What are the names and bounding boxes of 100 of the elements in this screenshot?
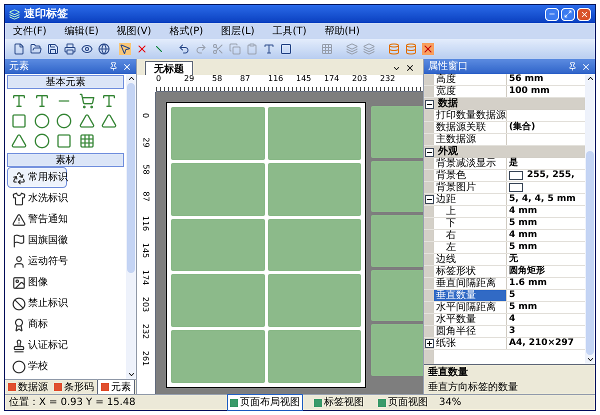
property-value[interactable]: 5 [509,290,516,301]
open-folder-icon[interactable] [30,43,42,55]
panel-tab[interactable]: 元素 [97,380,135,394]
scroll-up-icon[interactable] [586,74,594,83]
property-value[interactable]: 圆角矩形 [509,266,545,277]
pin-icon[interactable] [568,62,577,71]
menu-item[interactable]: 图层(L) [221,24,255,38]
section-header[interactable]: 素材 [7,153,124,167]
print-icon[interactable] [64,43,76,55]
panel-title: 属性窗口 [428,60,469,74]
color-swatch[interactable] [509,183,523,192]
new-file-icon[interactable] [13,43,25,55]
menu-item[interactable]: 帮助(H) [324,24,360,38]
expand-toggle[interactable] [424,339,434,348]
maximize-button[interactable] [561,8,575,20]
property-value[interactable]: 5, 4, 4, 5 mm [509,194,576,205]
property-value[interactable]: 56 mm [509,74,544,85]
document-tab[interactable]: 无标题 [145,61,193,75]
pointer-icon[interactable] [119,43,131,55]
undo-icon[interactable] [178,43,190,55]
property-name[interactable]: 垂直数量 [434,290,506,301]
table-icon[interactable] [78,133,95,149]
color-swatch[interactable] [509,171,523,180]
property-value[interactable]: 3 [509,326,516,337]
property-name[interactable]: 打印数量数据源 [434,110,506,121]
label-card[interactable] [268,218,361,272]
zoom-level: 34% [439,396,462,410]
material-item[interactable]: 警告通知 [7,209,67,230]
property-category[interactable]: 外观 [424,146,585,158]
menu-item[interactable]: 文件(F) [13,24,47,38]
material-item[interactable]: 认证标记 [7,335,67,356]
border-icon[interactable] [280,43,292,55]
dropdown-icon[interactable] [392,64,401,73]
view-button[interactable]: 标签视图 [311,394,367,411]
triangle-icon[interactable] [101,113,118,129]
property-value[interactable]: 无 [509,254,518,265]
property-value[interactable]: 1.6 mm [509,278,547,289]
property-value[interactable]: 5 mm [509,302,538,313]
menu-item[interactable]: 格式(P) [169,24,204,38]
close-icon[interactable] [405,63,415,73]
expand-toggle[interactable] [425,100,434,108]
material-item[interactable]: 常用标识 [7,167,67,188]
property-value[interactable]: (集合) [509,122,536,133]
delete-icon[interactable] [136,43,148,55]
database-icon[interactable] [405,43,417,55]
section-header[interactable]: 基本元素 [7,75,124,89]
material-item[interactable]: 图像 [7,272,67,293]
view-button[interactable]: 页面视图 [375,394,431,411]
material-item[interactable]: 学校 [7,356,67,377]
scroll-down-icon[interactable] [586,355,594,364]
property-value[interactable]: 是 [509,158,518,169]
menu-item[interactable]: 工具(T) [272,24,306,38]
minimize-button[interactable] [545,8,559,20]
material-item[interactable]: 运动符号 [7,251,67,272]
property-value[interactable]: 5 mm [509,242,538,253]
flag-icon [12,234,26,248]
material-item[interactable]: 水洗标识 [7,188,67,209]
pin-icon[interactable] [109,62,118,71]
expand-toggle[interactable] [425,148,434,156]
scroll-down-icon[interactable] [126,370,136,379]
property-value[interactable]: 4 mm [509,206,538,217]
triangle-icon[interactable] [78,113,95,129]
property-category[interactable]: 数据 [424,98,585,110]
circle-icon[interactable] [34,113,50,129]
scrollbar[interactable] [126,74,136,379]
globe-icon[interactable] [98,43,110,55]
menu-item[interactable]: 编辑(E) [64,24,99,38]
database-icon[interactable] [388,43,400,55]
expand-toggle[interactable] [424,195,434,204]
app-icon [9,8,20,20]
ruler-label: 58 [141,164,152,175]
preview-icon[interactable] [81,43,93,55]
figure-icon [12,254,26,268]
material-item[interactable]: 国旗国徽 [7,230,67,251]
number-text-icon[interactable] [101,93,118,109]
scrollbar[interactable] [585,74,595,364]
right-triangle-icon[interactable] [11,133,27,149]
close-button[interactable] [577,8,591,20]
view-button[interactable]: 页面布局视图 [227,394,303,411]
stamp-icon [12,338,26,352]
material-item[interactable]: 禁止标识 [7,293,67,314]
text-icon[interactable] [11,93,27,109]
property-value[interactable]: A4, 210×297 [509,338,574,349]
property-value[interactable]: 5 mm [509,218,538,229]
property-value[interactable]: 100 mm [509,86,550,97]
property-value[interactable]: 4 mm [509,230,538,241]
cart-icon[interactable] [78,93,95,109]
scroll-up-icon[interactable] [126,74,136,83]
panel-tab[interactable]: 条形码 [51,380,97,394]
panel-tab[interactable]: 数据源 [5,380,51,394]
rectangle-icon[interactable] [11,113,27,129]
material-item[interactable]: 商标 [7,314,67,335]
tab-icon [101,383,109,391]
font-icon[interactable] [263,43,275,55]
save-icon[interactable] [47,43,59,55]
multiline-text-icon[interactable] [34,93,50,109]
shirt-icon [12,192,26,206]
property-value[interactable]: 255, 255, [527,170,575,181]
property-value[interactable]: 4 [509,314,516,325]
menu-item[interactable]: 视图(V) [116,24,152,38]
